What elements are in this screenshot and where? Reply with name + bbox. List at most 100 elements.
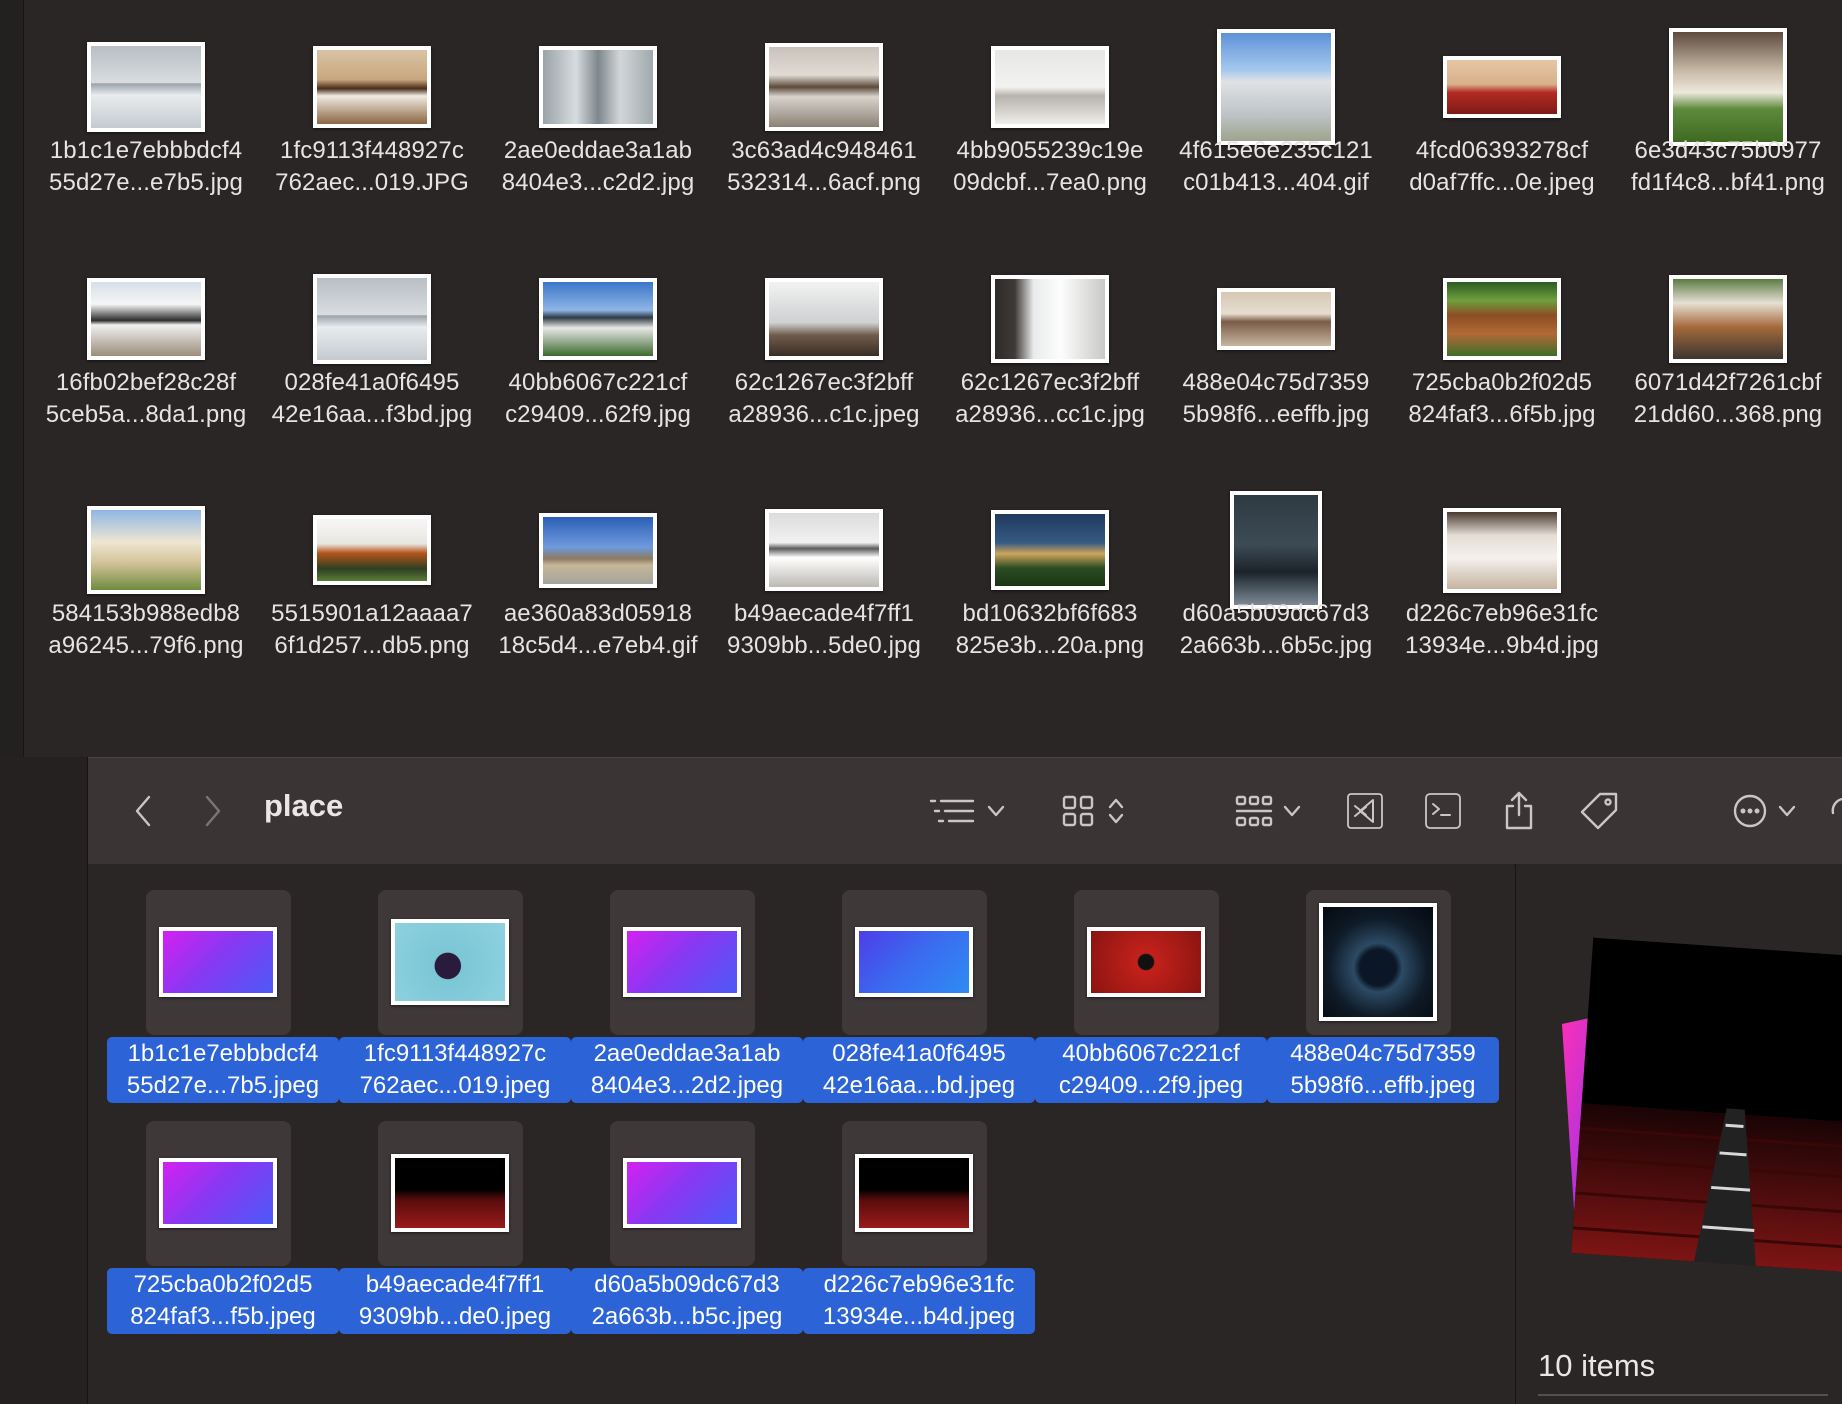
selected-file-item[interactable]: d60a5b09dc67d3 2a663b...b5c.jpeg	[571, 1121, 803, 1355]
chevron-down-icon	[1283, 805, 1301, 817]
file-thumbnail[interactable]	[1443, 507, 1561, 593]
ellipsis-circle-icon	[1733, 794, 1767, 828]
file-item[interactable]: 584153b988edb8 a96245...79f6.png	[33, 463, 259, 689]
file-thumbnail[interactable]	[391, 919, 509, 1005]
file-thumbnail[interactable]	[159, 1158, 277, 1228]
file-thumbnail[interactable]	[1087, 927, 1205, 997]
file-name-selected[interactable]: d226c7eb96e31fc 13934e...b4d.jpeg	[803, 1268, 1035, 1334]
file-thumbnail[interactable]	[1443, 56, 1561, 118]
file-item[interactable]: 62c1267ec3f2bff a28936...c1c.jpeg	[711, 232, 937, 458]
file-item[interactable]: b49aecade4f7ff1 9309bb...5de0.jpg	[711, 463, 937, 689]
file-name-selected[interactable]: d60a5b09dc67d3 2a663b...b5c.jpeg	[571, 1268, 803, 1334]
file-thumbnail[interactable]	[1319, 903, 1437, 1021]
tag-button[interactable]	[1572, 784, 1626, 838]
file-thumbnail[interactable]	[539, 278, 657, 360]
file-name-line1: 62c1267ec3f2bff	[734, 369, 914, 396]
file-name: 16fb02bef28c28f 5ceb5a...8da1.png	[33, 367, 259, 431]
file-thumbnail[interactable]	[1230, 491, 1322, 609]
file-thumbnail[interactable]	[1217, 288, 1335, 350]
file-name-line2: 762aec...019.jpeg	[359, 1072, 551, 1099]
file-thumbnail[interactable]	[87, 506, 205, 594]
file-thumbnail[interactable]	[765, 43, 883, 131]
file-thumbnail[interactable]	[391, 1154, 509, 1232]
file-thumbnail[interactable]	[87, 278, 205, 360]
file-item[interactable]: 4fcd06393278cf d0af7ffc...0e.jpeg	[1389, 0, 1615, 226]
more-actions-button[interactable]	[1724, 784, 1804, 838]
file-thumbnail[interactable]	[623, 1158, 741, 1228]
file-thumbnail[interactable]	[539, 512, 657, 588]
file-thumbnail[interactable]	[991, 275, 1109, 363]
selected-file-item[interactable]: 028fe41a0f6495 42e16aa...bd.jpeg	[803, 890, 1035, 1124]
file-item[interactable]: d60a5b09dc67d3 2a663b...6b5c.jpg	[1163, 463, 1389, 689]
selected-file-item[interactable]: b49aecade4f7ff1 9309bb...de0.jpeg	[339, 1121, 571, 1355]
file-name-selected[interactable]: b49aecade4f7ff1 9309bb...de0.jpeg	[339, 1268, 571, 1334]
file-thumbnail[interactable]	[539, 46, 657, 128]
file-name-selected[interactable]: 028fe41a0f6495 42e16aa...bd.jpeg	[803, 1037, 1035, 1103]
file-name-selected[interactable]: 2ae0eddae3a1ab 8404e3...2d2.jpeg	[571, 1037, 803, 1103]
file-name-selected[interactable]: 1b1c1e7ebbbdcf4 55d27e...7b5.jpeg	[107, 1037, 339, 1103]
file-name: ae360a83d05918 18c5d4...e7eb4.gif	[485, 598, 711, 662]
file-item[interactable]: 028fe41a0f6495 42e16aa...f3bd.jpg	[259, 232, 485, 458]
view-mode-button[interactable]	[1053, 784, 1133, 838]
file-item[interactable]: 5515901a12aaaa7 6f1d257...db5.png	[259, 463, 485, 689]
forward-button[interactable]	[188, 784, 238, 838]
file-item[interactable]: 1fc9113f448927c 762aec...019.JPG	[259, 0, 485, 226]
file-name-line2: 824faf3...6f5b.jpg	[1408, 401, 1596, 428]
sort-options-button[interactable]	[926, 786, 1008, 836]
file-item[interactable]: ae360a83d05918 18c5d4...e7eb4.gif	[485, 463, 711, 689]
file-thumbnail[interactable]	[765, 278, 883, 360]
file-item[interactable]: 488e04c75d7359 5b98f6...eeffb.jpg	[1163, 232, 1389, 458]
selected-file-item[interactable]: 1fc9113f448927c 762aec...019.jpeg	[339, 890, 571, 1124]
share-button[interactable]	[1492, 782, 1546, 838]
file-thumbnail[interactable]	[1443, 278, 1561, 360]
selected-file-item[interactable]: 725cba0b2f02d5 824faf3...f5b.jpeg	[107, 1121, 339, 1355]
file-name-line2: c29409...2f9.jpeg	[1058, 1072, 1244, 1099]
file-thumbnail[interactable]	[991, 510, 1109, 590]
selected-file-item[interactable]: d226c7eb96e31fc 13934e...b4d.jpeg	[803, 1121, 1035, 1355]
selected-file-item[interactable]: 1b1c1e7ebbbdcf4 55d27e...7b5.jpeg	[107, 890, 339, 1124]
file-item[interactable]: d226c7eb96e31fc 13934e...9b4d.jpg	[1389, 463, 1615, 689]
file-name-line2: 9309bb...5de0.jpg	[727, 632, 921, 659]
file-name-line1: b49aecade4f7ff1	[365, 1271, 545, 1298]
selected-file-item[interactable]: 488e04c75d7359 5b98f6...effb.jpeg	[1267, 890, 1499, 1124]
file-thumbnail[interactable]	[765, 509, 883, 591]
open-in-vscode-button[interactable]	[1338, 784, 1392, 838]
file-item[interactable]: 16fb02bef28c28f 5ceb5a...8da1.png	[33, 232, 259, 458]
file-thumbnail[interactable]	[991, 46, 1109, 128]
selected-file-item[interactable]: 40bb6067c221cf c29409...2f9.jpeg	[1035, 890, 1267, 1124]
search-button-partial[interactable]	[1828, 788, 1842, 838]
file-item[interactable]: 3c63ad4c948461 532314...6acf.png	[711, 0, 937, 226]
finder-toolbar: place	[88, 757, 1842, 865]
file-thumbnail[interactable]	[1669, 28, 1787, 146]
file-thumbnail[interactable]	[313, 46, 431, 128]
open-terminal-button[interactable]	[1416, 784, 1470, 838]
sidebar-edge	[0, 0, 24, 757]
file-item[interactable]: 2ae0eddae3a1ab 8404e3...c2d2.jpg	[485, 0, 711, 226]
file-thumbnail[interactable]	[87, 42, 205, 132]
file-thumbnail[interactable]	[623, 927, 741, 997]
file-thumbnail[interactable]	[855, 1154, 973, 1232]
file-thumbnail[interactable]	[313, 274, 431, 364]
file-item[interactable]: 40bb6067c221cf c29409...62f9.jpg	[485, 232, 711, 458]
back-button[interactable]	[118, 784, 168, 838]
file-item[interactable]: 725cba0b2f02d5 824faf3...6f5b.jpg	[1389, 232, 1615, 458]
file-item[interactable]: 4bb9055239c19e 09dcbf...7ea0.png	[937, 0, 1163, 226]
file-thumbnail[interactable]	[1217, 29, 1335, 145]
file-name: 62c1267ec3f2bff a28936...c1c.jpeg	[711, 367, 937, 431]
file-item[interactable]: 1b1c1e7ebbbdcf4 55d27e...e7b5.jpg	[33, 0, 259, 226]
file-thumbnail[interactable]	[159, 927, 277, 997]
file-item[interactable]: 4f615e6e235c121 c01b413...404.gif	[1163, 0, 1389, 226]
file-name-selected[interactable]: 725cba0b2f02d5 824faf3...f5b.jpeg	[107, 1268, 339, 1334]
file-item[interactable]: 6e3d43c75b0977 fd1f4c8...bf41.png	[1615, 0, 1841, 226]
group-button[interactable]	[1228, 784, 1308, 838]
file-thumbnail[interactable]	[855, 927, 973, 997]
file-name-selected[interactable]: 40bb6067c221cf c29409...2f9.jpeg	[1035, 1037, 1267, 1103]
file-name-selected[interactable]: 488e04c75d7359 5b98f6...effb.jpeg	[1267, 1037, 1499, 1103]
file-thumbnail[interactable]	[1669, 275, 1787, 363]
file-item[interactable]: 6071d42f7261cbf 21dd60...368.png	[1615, 232, 1841, 458]
file-name-selected[interactable]: 1fc9113f448927c 762aec...019.jpeg	[339, 1037, 571, 1103]
file-item[interactable]: 62c1267ec3f2bff a28936...cc1c.jpg	[937, 232, 1163, 458]
file-item[interactable]: bd10632bf6f683 825e3b...20a.png	[937, 463, 1163, 689]
selected-file-item[interactable]: 2ae0eddae3a1ab 8404e3...2d2.jpeg	[571, 890, 803, 1124]
file-thumbnail[interactable]	[313, 515, 431, 585]
